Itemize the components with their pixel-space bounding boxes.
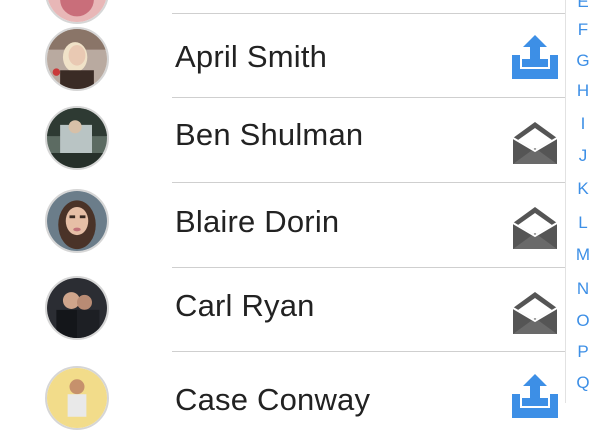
contact-row[interactable]: Ben Shulman bbox=[0, 98, 565, 182]
avatar[interactable] bbox=[45, 27, 109, 91]
contact-row[interactable]: Case Conway bbox=[0, 352, 565, 436]
index-letter[interactable]: G bbox=[568, 51, 598, 71]
index-letter[interactable]: I bbox=[568, 114, 598, 134]
index-letter[interactable]: P bbox=[568, 342, 598, 362]
upload-tray-icon[interactable] bbox=[510, 370, 560, 420]
index-letter[interactable]: L bbox=[568, 213, 598, 233]
contact-row[interactable]: Blaire Dorin bbox=[0, 183, 565, 267]
contact-row[interactable]: April Smith bbox=[0, 14, 565, 98]
avatar[interactable] bbox=[45, 106, 109, 170]
avatar[interactable] bbox=[45, 366, 109, 430]
contact-list: April Smith Ben Shulman Blaire Dorin Car… bbox=[0, 0, 600, 430]
index-letter[interactable]: K bbox=[568, 179, 598, 199]
index-letter[interactable]: Q bbox=[568, 373, 598, 393]
index-letter[interactable]: M bbox=[568, 245, 598, 265]
index-letter[interactable]: J bbox=[568, 146, 598, 166]
index-separator bbox=[565, 0, 566, 403]
index-letter[interactable]: E bbox=[568, 0, 598, 12]
index-letter[interactable]: F bbox=[568, 20, 598, 40]
contact-name: Carl Ryan bbox=[175, 288, 315, 323]
avatar[interactable] bbox=[45, 189, 109, 253]
contact-name: Blaire Dorin bbox=[175, 204, 340, 239]
contact-name: Case Conway bbox=[175, 382, 371, 417]
upload-tray-icon[interactable] bbox=[510, 31, 560, 81]
index-letter[interactable]: H bbox=[568, 81, 598, 101]
avatar[interactable] bbox=[45, 276, 109, 340]
contact-name: April Smith bbox=[175, 39, 328, 74]
alphabet-index[interactable]: E F G H I J K L M N O P Q bbox=[568, 0, 600, 403]
contact-name: Ben Shulman bbox=[175, 117, 364, 152]
open-envelope-icon[interactable] bbox=[510, 288, 560, 338]
open-envelope-icon[interactable] bbox=[510, 118, 560, 168]
open-envelope-icon[interactable] bbox=[510, 203, 560, 253]
contact-row[interactable]: Carl Ryan bbox=[0, 268, 565, 352]
index-letter[interactable]: N bbox=[568, 279, 598, 299]
index-letter[interactable]: O bbox=[568, 311, 598, 331]
